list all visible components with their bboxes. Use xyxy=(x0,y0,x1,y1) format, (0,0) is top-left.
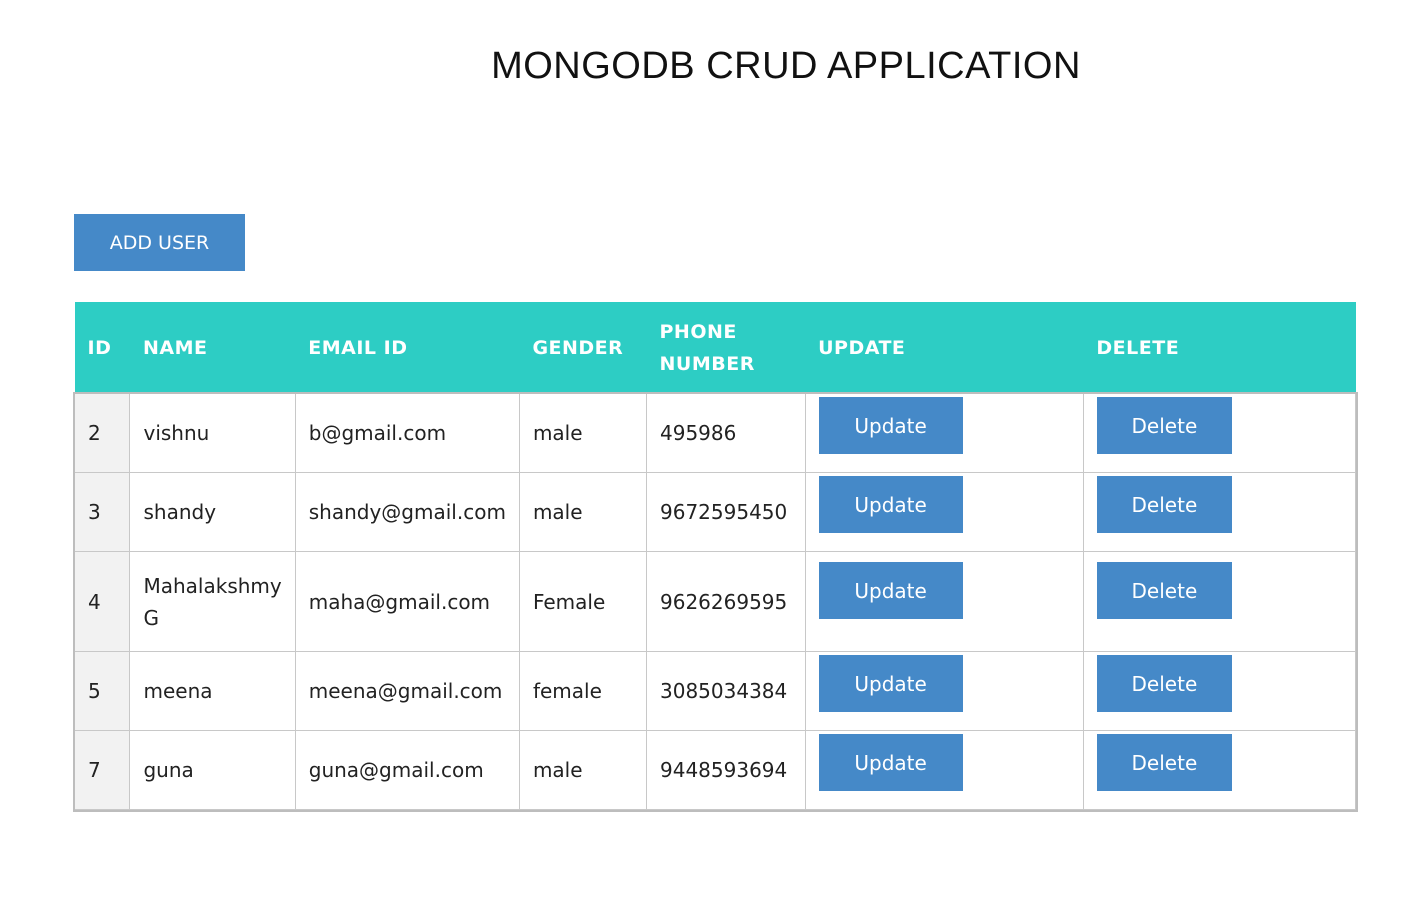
delete-button[interactable]: Delete xyxy=(1096,734,1232,791)
delete-button[interactable]: Delete xyxy=(1096,397,1232,454)
cell-delete: Delete xyxy=(1082,730,1357,810)
cell-name: Mahalakshmy G xyxy=(129,551,296,652)
update-button[interactable]: Update xyxy=(818,655,963,712)
update-button[interactable]: Update xyxy=(818,397,963,454)
cell-update: Update xyxy=(804,472,1084,552)
table-row: 5 meena meena@gmail.com female 308503438… xyxy=(73,651,1357,731)
cell-id: 3 xyxy=(73,472,131,552)
cell-phone: 9448593694 xyxy=(646,730,806,810)
cell-email: shandy@gmail.com xyxy=(294,472,520,552)
delete-button[interactable]: Delete xyxy=(1096,476,1232,533)
cell-id: 7 xyxy=(73,730,131,810)
column-header-email: EMAIL ID xyxy=(295,302,520,394)
table-row: 2 vishnu b@gmail.com male 495986 Update … xyxy=(73,393,1357,473)
update-button[interactable]: Update xyxy=(818,734,963,791)
cell-gender: female xyxy=(518,651,648,731)
cell-email: meena@gmail.com xyxy=(294,651,520,731)
cell-id: 4 xyxy=(73,551,131,652)
column-header-phone: PHONE NUMBER xyxy=(646,302,806,394)
cell-gender: Female xyxy=(518,551,648,652)
cell-update: Update xyxy=(804,393,1084,473)
table-row: 3 shandy shandy@gmail.com male 967259545… xyxy=(73,472,1357,552)
table-header-row: ID NAME EMAIL ID GENDER PHONE NUMBER UPD… xyxy=(74,302,1356,394)
cell-phone: 9626269595 xyxy=(646,551,806,652)
update-button[interactable]: Update xyxy=(818,476,963,533)
cell-name: guna xyxy=(129,730,296,810)
column-header-update: UPDATE xyxy=(805,302,1084,394)
delete-button[interactable]: Delete xyxy=(1096,562,1232,619)
add-user-button[interactable]: ADD USER xyxy=(74,214,245,271)
cell-phone: 495986 xyxy=(646,393,806,473)
table-row: 7 guna guna@gmail.com male 9448593694 Up… xyxy=(73,730,1357,810)
cell-update: Update xyxy=(804,651,1084,731)
cell-gender: male xyxy=(518,393,648,473)
cell-update: Update xyxy=(804,551,1084,652)
table-row: 4 Mahalakshmy G maha@gmail.com Female 96… xyxy=(73,551,1357,652)
column-header-id: ID xyxy=(74,302,130,394)
page-title: MONGODB CRUD APPLICATION xyxy=(491,45,1081,87)
cell-delete: Delete xyxy=(1082,472,1357,552)
column-header-delete: DELETE xyxy=(1083,302,1356,394)
cell-gender: male xyxy=(518,730,648,810)
cell-id: 2 xyxy=(73,393,131,473)
column-header-gender: GENDER xyxy=(519,302,647,394)
cell-email: guna@gmail.com xyxy=(294,730,520,810)
update-button[interactable]: Update xyxy=(818,562,963,619)
users-table: ID NAME EMAIL ID GENDER PHONE NUMBER UPD… xyxy=(72,302,1358,812)
cell-email: maha@gmail.com xyxy=(294,551,520,652)
cell-delete: Delete xyxy=(1082,651,1357,731)
cell-delete: Delete xyxy=(1082,393,1357,473)
cell-update: Update xyxy=(804,730,1084,810)
cell-delete: Delete xyxy=(1082,551,1357,652)
column-header-name: NAME xyxy=(129,302,296,394)
cell-phone: 9672595450 xyxy=(646,472,806,552)
cell-name: meena xyxy=(129,651,296,731)
cell-gender: male xyxy=(518,472,648,552)
cell-name: vishnu xyxy=(129,393,296,473)
cell-email: b@gmail.com xyxy=(294,393,520,473)
table-header: ID NAME EMAIL ID GENDER PHONE NUMBER UPD… xyxy=(74,302,1356,394)
cell-id: 5 xyxy=(73,651,131,731)
delete-button[interactable]: Delete xyxy=(1096,655,1232,712)
cell-phone: 3085034384 xyxy=(646,651,806,731)
cell-name: shandy xyxy=(129,472,296,552)
table-body: 2 vishnu b@gmail.com male 495986 Update … xyxy=(72,391,1358,812)
